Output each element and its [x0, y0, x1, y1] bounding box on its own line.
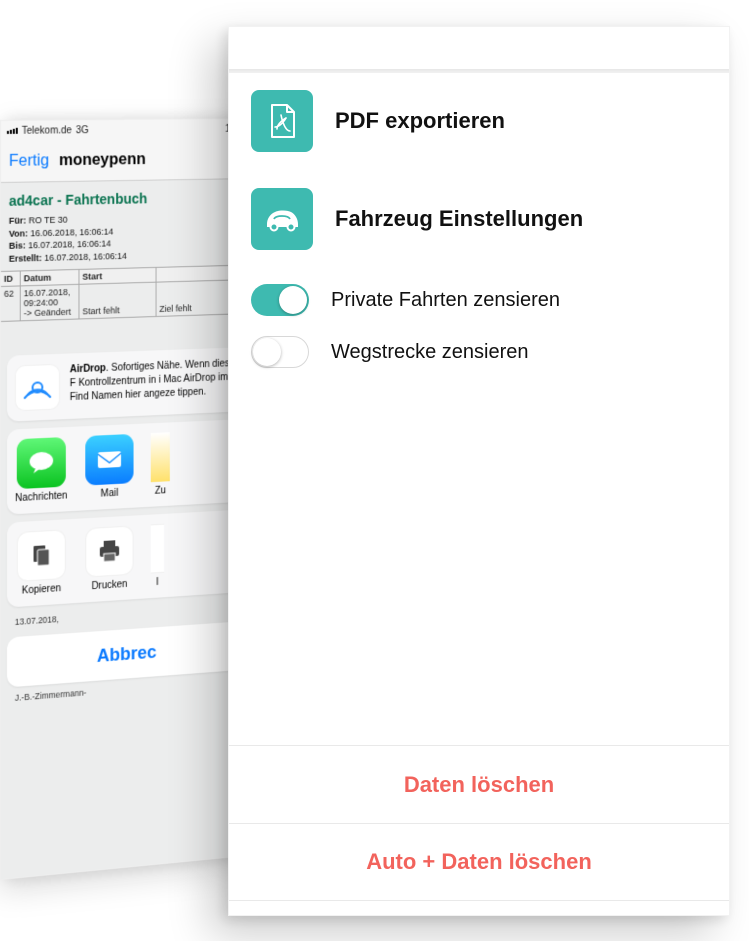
vehicle-settings-label: Fahrzeug Einstellungen [335, 206, 583, 232]
toggle-label: Wegstrecke zensieren [331, 341, 529, 364]
switch-off-icon [251, 336, 309, 368]
navbar: Fertig moneypenn [1, 138, 249, 183]
logbook-table: ID Datum Start 62 16.07.2018, 09:24:00->… [1, 265, 249, 322]
share-app-label: Mail [101, 488, 119, 500]
network-label: 3G [76, 125, 89, 136]
share-actions-row: Kopieren Drucken I [7, 509, 243, 607]
logbook-meta: Für: RO TE 30 Von: 16.06.2018, 16:06:14 … [1, 208, 249, 271]
front-phone-settings: PDF exportieren Fahrzeug Einstellungen P… [228, 26, 730, 916]
back-phone-share-sheet: Telekom.de 3G 16:0 Fertig moneypenn ad4c… [0, 118, 250, 880]
airdrop-card[interactable]: AirDrop. Sofortiges Nähe. Wenn diese F K… [7, 347, 243, 421]
pdf-export-label: PDF exportieren [335, 108, 505, 134]
share-app-partial[interactable]: Zu [151, 432, 170, 497]
done-button[interactable]: Fertig [9, 152, 49, 170]
share-app-mail[interactable]: Mail [83, 434, 135, 501]
navbar-title: moneypenn [59, 151, 146, 170]
share-app-messages[interactable]: Nachrichten [15, 437, 68, 504]
action-copy[interactable]: Kopieren [15, 529, 68, 597]
table-row: 62 16.07.2018, 09:24:00-> Geändert Start… [1, 280, 249, 322]
logbook-title: ad4car - Fahrtenbuch [1, 179, 249, 213]
messages-icon [27, 447, 56, 478]
action-label: Drucken [91, 579, 127, 592]
vehicle-settings-row[interactable]: Fahrzeug Einstellungen [251, 170, 707, 268]
status-bar: Telekom.de 3G 16:0 [1, 119, 249, 141]
toggle-censor-route[interactable]: Wegstrecke zensieren [251, 326, 707, 378]
action-label: I [156, 577, 159, 588]
mail-icon [94, 443, 125, 476]
share-app-label: Nachrichten [15, 490, 67, 504]
airdrop-icon [15, 364, 60, 412]
action-print[interactable]: Drucken [83, 525, 135, 592]
car-icon [251, 188, 313, 250]
toggle-label: Private Fahrten zensieren [331, 289, 560, 312]
pdf-export-row[interactable]: PDF exportieren [251, 72, 707, 170]
toggle-censor-private[interactable]: Private Fahrten zensieren [251, 274, 707, 326]
switch-on-icon [251, 284, 309, 316]
delete-data-button[interactable]: Daten löschen [229, 745, 729, 823]
pdf-icon [251, 90, 313, 152]
copy-icon [28, 541, 55, 571]
action-label: Kopieren [22, 583, 61, 596]
print-icon [95, 536, 124, 567]
delete-car-and-data-button[interactable]: Auto + Daten löschen [229, 823, 729, 901]
share-app-label: Zu [155, 485, 166, 496]
action-partial[interactable]: I [151, 524, 164, 589]
carrier-label: Telekom.de [22, 125, 72, 136]
signal-icon [7, 128, 18, 134]
danger-zone: Daten löschen Auto + Daten löschen [229, 745, 729, 915]
share-apps-row: Nachrichten Mail Zu [7, 419, 243, 515]
share-sheet: AirDrop. Sofortiges Nähe. Wenn diese F K… [7, 347, 243, 870]
